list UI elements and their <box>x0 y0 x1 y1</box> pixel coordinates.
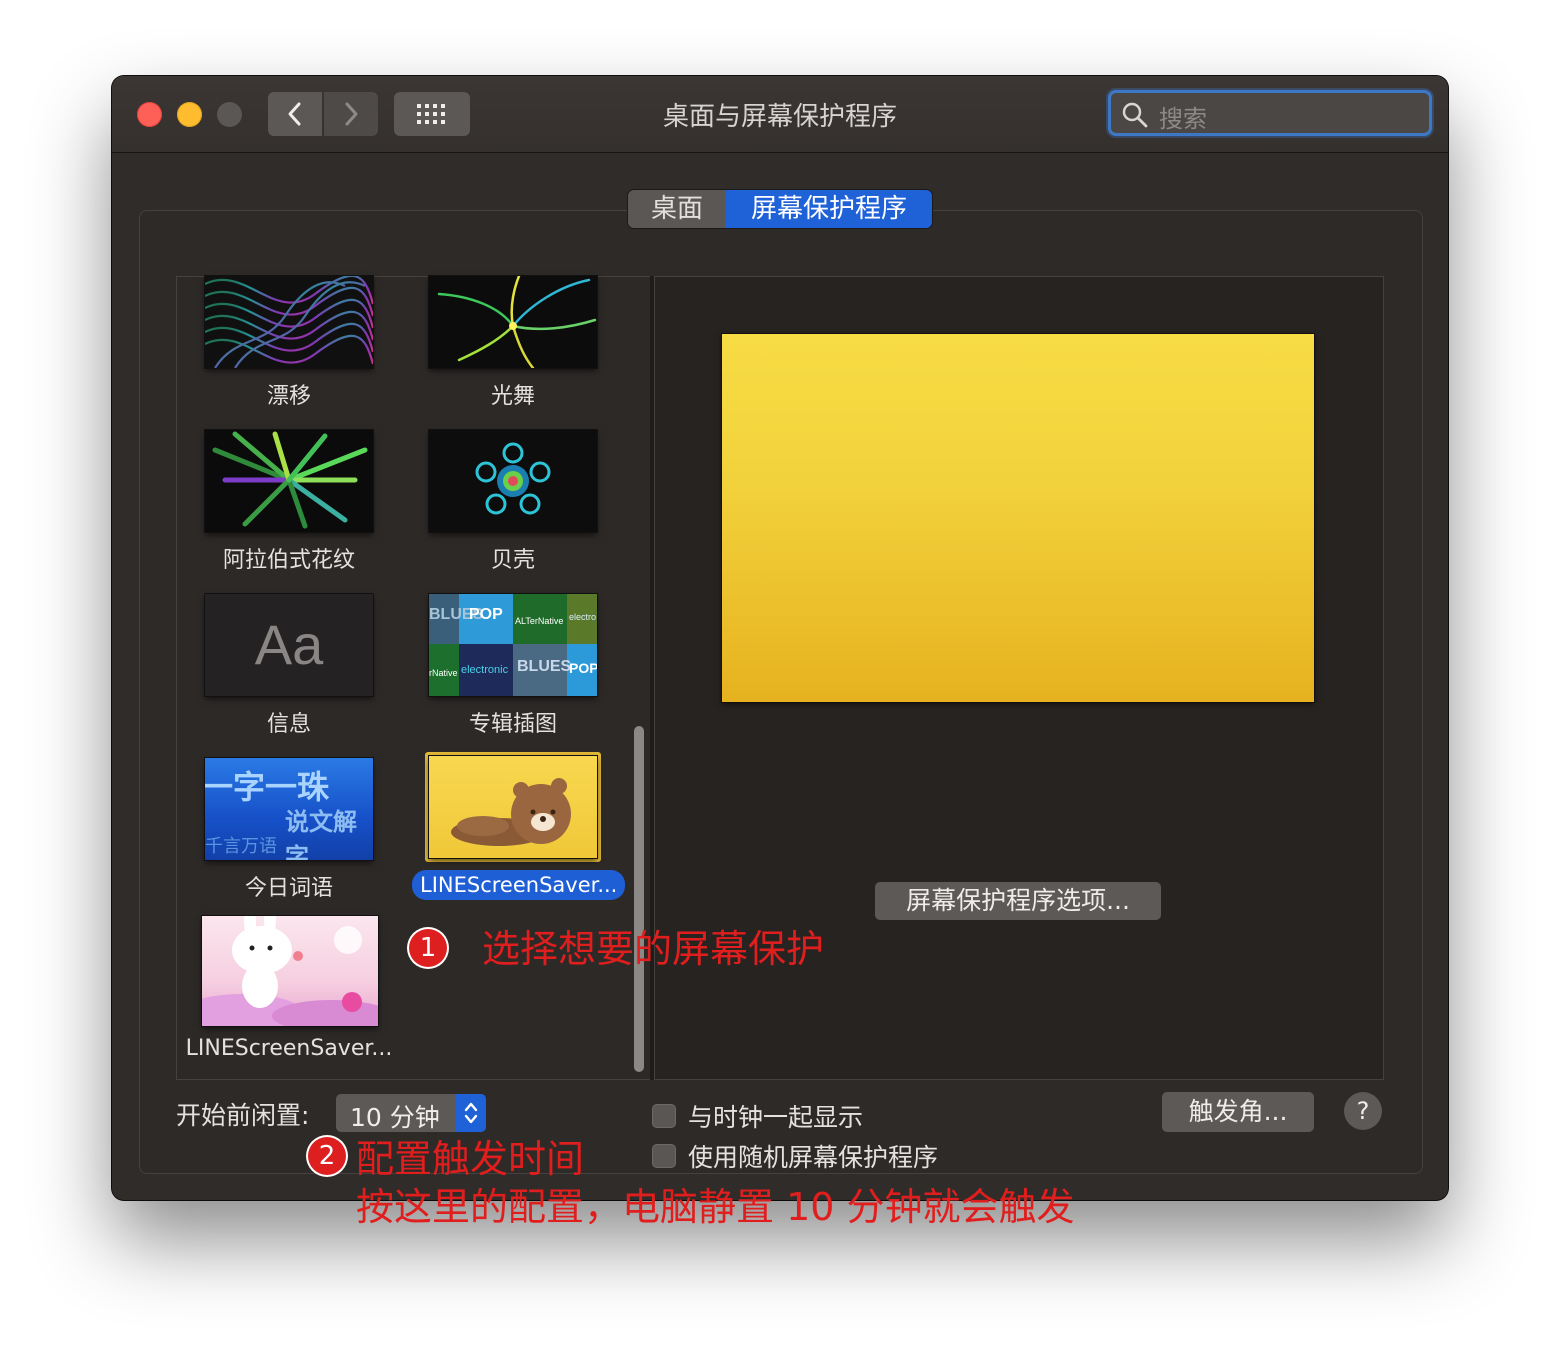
screensaver-label: LINEScreenSaver... <box>185 1036 393 1061</box>
show-with-clock-checkbox[interactable] <box>652 1104 676 1128</box>
preferences-window: 桌面与屏幕保护程序 搜索 桌面 屏幕保护程序 屏幕保护程序选项... 漂移 光舞… <box>112 76 1448 1200</box>
chevron-left-icon <box>288 102 301 126</box>
idle-time-value: 10 分钟 <box>350 1103 440 1132</box>
search-field[interactable]: 搜索 <box>1108 90 1432 136</box>
chevron-right-icon <box>345 102 358 126</box>
screensaver-label: 今日词语 <box>244 876 333 901</box>
close-button[interactable] <box>137 102 162 127</box>
screensaver-thumb-line-cony[interactable] <box>202 916 378 1026</box>
screensaver-label: 专辑插图 <box>468 712 557 737</box>
screensaver-thumb-line-brown[interactable] <box>429 756 597 858</box>
screensaver-label: 漂移 <box>266 384 311 409</box>
tab-screen-saver[interactable]: 屏幕保护程序 <box>726 190 932 228</box>
list-scrollbar[interactable] <box>634 726 644 1072</box>
help-button[interactable]: ? <box>1344 1092 1382 1130</box>
annotation-step-2-badge: 2 <box>308 1137 346 1175</box>
idle-label: 开始前闲置: <box>176 1101 310 1130</box>
album-word: POP <box>569 660 597 676</box>
random-screensaver-label: 使用随机屏幕保护程序 <box>688 1143 939 1172</box>
screensaver-thumb-word-of-the-day[interactable]: 一字一珠 说文解字 千言万语 <box>205 758 373 860</box>
screensaver-label: 光舞 <box>490 384 535 409</box>
back-button[interactable] <box>268 92 322 136</box>
annotation-step-2-detail: 按这里的配置，电脑静置 10 分钟就会触发 <box>356 1185 1075 1229</box>
tab-desktop[interactable]: 桌面 <box>628 190 726 228</box>
screensaver-thumb-arabesque[interactable] <box>205 430 373 532</box>
annotation-step-1-badge: 1 <box>409 929 447 967</box>
screensaver-thumb-drift[interactable] <box>205 276 373 368</box>
random-screensaver-row[interactable]: 使用随机屏幕保护程序 <box>652 1138 938 1174</box>
album-word: rNative <box>429 668 458 678</box>
album-word: POP <box>469 606 503 623</box>
search-icon <box>1122 102 1148 128</box>
random-screensaver-checkbox[interactable] <box>652 1144 676 1168</box>
selected-screensaver-label: LINEScreenSaver... <box>412 870 626 900</box>
screen-saver-options-button[interactable]: 屏幕保护程序选项... <box>875 882 1161 920</box>
show-with-clock-row[interactable]: 与时钟一起显示 <box>652 1098 863 1134</box>
idle-time-select[interactable]: 10 分钟 <box>336 1094 486 1132</box>
album-word: electronic <box>461 664 509 676</box>
bunny-illustration <box>202 916 378 1026</box>
album-word: electro <box>569 612 597 622</box>
annotation-step-1-text: 选择想要的屏幕保护 <box>482 927 825 971</box>
hot-corners-button[interactable]: 触发角... <box>1162 1092 1314 1132</box>
screensaver-thumb-album-artwork[interactable]: BLUES POP ALTerNative electro electronic… <box>429 594 597 696</box>
search-placeholder: 搜索 <box>1159 105 1207 133</box>
show-with-clock-label: 与时钟一起显示 <box>688 1103 864 1132</box>
word-thumb-sub: 千言万语 <box>205 836 277 857</box>
word-thumb-sub: 说文解字 <box>285 808 357 860</box>
message-thumb-text: Aa <box>254 613 324 676</box>
screensaver-preview <box>722 334 1314 702</box>
up-down-chevron-icon <box>456 1094 486 1132</box>
grid-icon <box>417 104 445 124</box>
screensaver-label: 信息 <box>266 712 311 737</box>
annotation-step-2-text: 配置触发时间 <box>356 1137 585 1181</box>
album-word: BLUES <box>517 658 572 675</box>
bear-illustration <box>451 778 571 846</box>
screensaver-thumb-flurry[interactable] <box>429 276 597 368</box>
tab-bar: 桌面 屏幕保护程序 <box>628 190 932 228</box>
screensaver-thumb-shell[interactable] <box>429 430 597 532</box>
screensaver-thumb-message[interactable]: Aa <box>205 594 373 696</box>
minimize-button[interactable] <box>177 102 202 127</box>
screensaver-label: 贝壳 <box>490 548 535 573</box>
forward-button[interactable] <box>324 92 378 136</box>
album-word: ALTerNative <box>515 616 564 626</box>
screensaver-label: 阿拉伯式花纹 <box>222 548 355 573</box>
zoom-button[interactable] <box>217 102 242 127</box>
window-title: 桌面与屏幕保护程序 <box>662 102 897 132</box>
title-bar: 桌面与屏幕保护程序 搜索 <box>112 76 1448 153</box>
show-all-button[interactable] <box>394 92 470 136</box>
